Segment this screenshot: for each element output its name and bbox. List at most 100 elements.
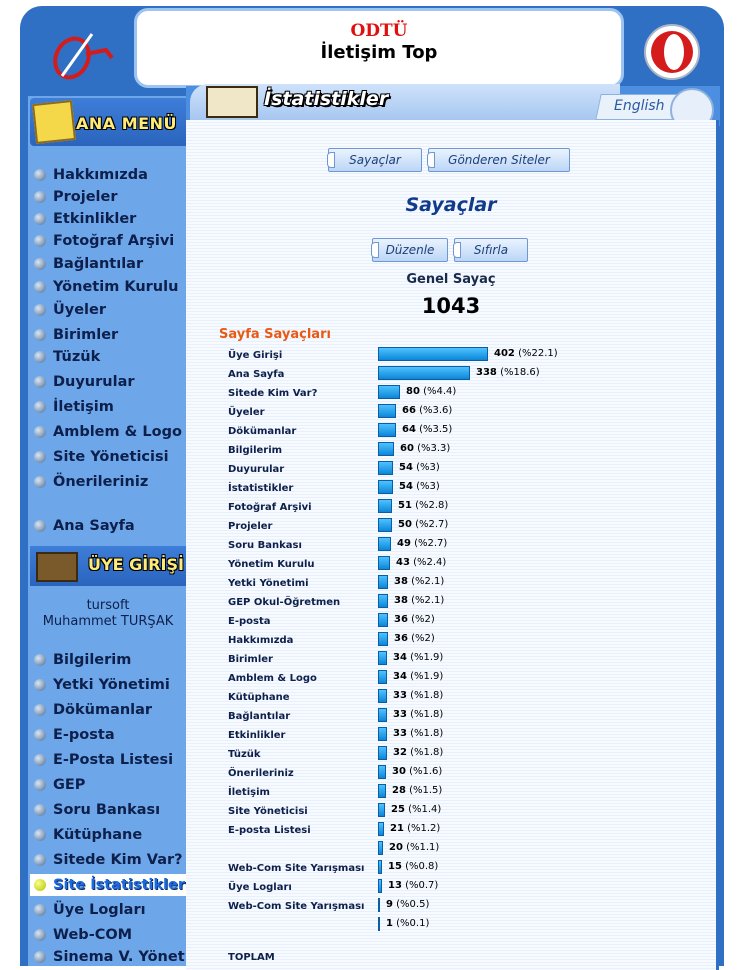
counter-value: 33 (%1.8) bbox=[393, 709, 443, 720]
member-menu-item[interactable]: Dökümanlar bbox=[34, 699, 152, 721]
tab-sayaclar[interactable]: Sayaçlar bbox=[327, 148, 422, 172]
counter-page-name: Üyeler bbox=[228, 407, 265, 418]
counter-count: 36 bbox=[394, 614, 408, 625]
page-counters-title: Sayfa Sayaçları bbox=[219, 327, 331, 342]
counter-bar bbox=[378, 594, 388, 608]
counter-count: 338 bbox=[476, 367, 497, 378]
sidebar-item[interactable]: Etkinlikler bbox=[34, 208, 136, 230]
sidebar-item-label: Bağlantılar bbox=[53, 256, 144, 272]
counter-count: 30 bbox=[392, 766, 406, 777]
reset-button[interactable]: Sıfırla bbox=[453, 238, 528, 262]
counter-value: 1 (%0.1) bbox=[386, 918, 429, 929]
counter-value: 28 (%1.5) bbox=[392, 785, 442, 796]
member-menu-label: E-posta bbox=[53, 727, 115, 743]
sidebar-item[interactable]: Site Yöneticisi bbox=[34, 446, 169, 468]
sidebar-item[interactable]: Bağlantılar bbox=[34, 253, 143, 275]
counter-percent: (%3.3) bbox=[417, 443, 451, 454]
bullet-icon bbox=[34, 281, 46, 293]
member-menu-item[interactable]: Web-COM bbox=[34, 924, 132, 946]
member-menu-label: Soru Bankası bbox=[53, 802, 161, 818]
sidebar-item[interactable]: Ana Sayfa bbox=[34, 515, 135, 537]
member-menu-item[interactable]: Bilgilerim bbox=[34, 649, 131, 671]
bullet-icon bbox=[34, 804, 46, 816]
counter-page-name: Bilgilerim bbox=[228, 445, 283, 456]
counter-page-name: Önerileriniz bbox=[228, 768, 294, 779]
sidebar-item[interactable]: Hakkımızda bbox=[34, 164, 148, 186]
counter-bar bbox=[378, 879, 382, 893]
member-menu-item[interactable]: GEP bbox=[34, 774, 85, 796]
sidebar-item[interactable]: Üyeler bbox=[34, 299, 106, 321]
counter-page-name: Yönetim Kurulu bbox=[228, 559, 315, 570]
sidebar-item[interactable]: Birimler bbox=[34, 324, 118, 346]
sidebar-item[interactable]: Amblem & Logo bbox=[34, 421, 182, 443]
counter-percent: (%3.5) bbox=[419, 424, 453, 435]
sidebar-item[interactable]: Yönetim Kurulu bbox=[34, 276, 178, 298]
member-menu-item[interactable]: Yetki Yönetimi bbox=[34, 674, 170, 696]
counter-count: 66 bbox=[402, 405, 416, 416]
general-counter-label: Genel Sayaç bbox=[406, 272, 496, 287]
counter-bar bbox=[378, 575, 388, 589]
member-menu-item[interactable]: Sitede Kim Var? bbox=[34, 849, 183, 871]
member-menu-label: Üye Logları bbox=[53, 902, 146, 918]
counter-bar bbox=[378, 556, 390, 570]
site-logo[interactable] bbox=[42, 24, 122, 84]
counter-bar bbox=[378, 784, 386, 798]
english-link[interactable]: English bbox=[614, 98, 665, 114]
sidebar-item[interactable]: Önerileriniz bbox=[34, 471, 148, 493]
counter-page-name: E-posta bbox=[228, 616, 271, 627]
bullet-icon bbox=[34, 704, 46, 716]
edit-button[interactable]: Düzenle bbox=[371, 238, 448, 262]
total-label: TOPLAM bbox=[228, 952, 275, 963]
counter-value: 30 (%1.6) bbox=[392, 766, 442, 777]
counter-value: 38 (%2.1) bbox=[394, 576, 444, 587]
member-menu-item[interactable]: E-posta bbox=[34, 724, 115, 746]
user-fullname: Muhammet TURŞAK bbox=[42, 614, 174, 629]
sidebar-item[interactable]: Tüzük bbox=[34, 346, 100, 368]
counter-value: 338 (%18.6) bbox=[476, 367, 540, 378]
member-menu-item[interactable]: Kütüphane bbox=[34, 824, 142, 846]
bullet-icon bbox=[34, 258, 46, 270]
counter-bar bbox=[378, 404, 396, 418]
counter-percent: (%1.9) bbox=[410, 671, 444, 682]
member-menu-item[interactable]: Sinema V. Yönet bbox=[34, 946, 185, 968]
counter-value: 33 (%1.8) bbox=[393, 690, 443, 701]
sidebar-item[interactable]: Duyurular bbox=[34, 371, 135, 393]
counter-count: 80 bbox=[406, 386, 420, 397]
sidebar-item[interactable]: İletişim bbox=[34, 396, 114, 418]
member-menu-item[interactable]: E-Posta Listesi bbox=[34, 749, 173, 771]
counter-page-name: Kütüphane bbox=[228, 692, 290, 703]
sidebar-item[interactable]: Fotoğraf Arşivi bbox=[34, 230, 174, 252]
username: tursoft bbox=[86, 598, 130, 613]
bullet-icon bbox=[34, 329, 46, 341]
counter-value: 13 (%0.7) bbox=[388, 880, 438, 891]
section-title: Sayaçlar bbox=[405, 194, 497, 216]
sidebar-item[interactable]: Projeler bbox=[34, 186, 118, 208]
member-menu-item[interactable]: Site İstatistikleri bbox=[30, 874, 190, 896]
counter-value: 50 (%2.7) bbox=[398, 519, 448, 530]
counter-value: 402 (%22.1) bbox=[494, 348, 558, 359]
counter-count: 54 bbox=[399, 462, 413, 473]
bullet-icon bbox=[34, 879, 46, 891]
counter-percent: (%2) bbox=[411, 614, 435, 625]
sidebar-item-label: Üyeler bbox=[53, 302, 107, 318]
counter-percent: (%3) bbox=[416, 481, 440, 492]
member-title: ÜYE GİRİŞİ bbox=[88, 555, 184, 574]
tab-gonderen-siteler[interactable]: Gönderen Siteler bbox=[427, 148, 570, 172]
bullet-icon bbox=[34, 729, 46, 741]
counter-page-name: Tüzük bbox=[228, 749, 261, 760]
member-menu-item[interactable]: Soru Bankası bbox=[34, 799, 160, 821]
counter-bar bbox=[378, 822, 384, 836]
language-switch[interactable]: English bbox=[595, 88, 716, 132]
counter-count: 50 bbox=[398, 519, 412, 530]
member-menu-label: Yetki Yönetimi bbox=[53, 677, 170, 693]
sidebar-item-label: Ana Sayfa bbox=[53, 518, 135, 534]
counter-percent: (%2.4) bbox=[413, 557, 447, 568]
counter-percent: (%1.6) bbox=[409, 766, 443, 777]
member-menu-item[interactable]: Üye Logları bbox=[34, 899, 146, 921]
counter-bar bbox=[378, 803, 385, 817]
counter-value: 34 (%1.9) bbox=[393, 671, 443, 682]
counter-value: 36 (%2) bbox=[394, 633, 435, 644]
bullet-icon bbox=[34, 191, 46, 203]
counter-count: 25 bbox=[391, 804, 405, 815]
counter-page-name: Fotoğraf Arşivi bbox=[228, 502, 312, 513]
